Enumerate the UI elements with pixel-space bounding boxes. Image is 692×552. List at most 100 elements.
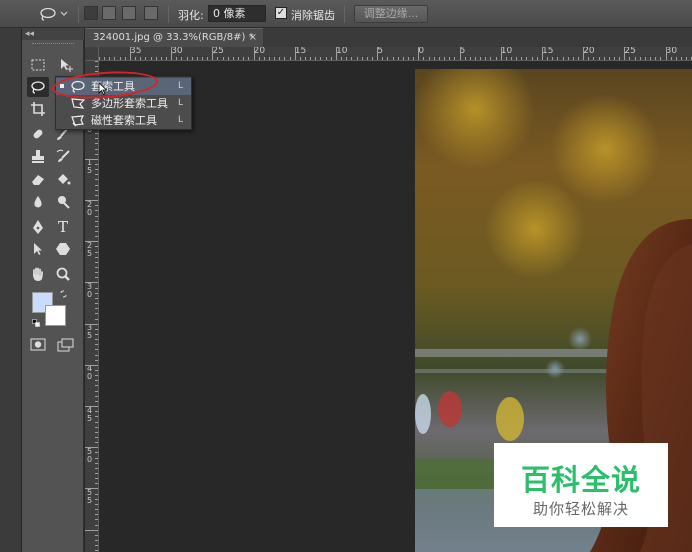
type-icon[interactable]: T [52, 217, 74, 237]
lasso-preset-icon [40, 7, 68, 21]
flyout-item-label: 多边形套索工具 [91, 97, 168, 110]
ruler-origin[interactable] [85, 47, 99, 61]
rectangular-marquee-icon[interactable] [27, 55, 49, 75]
watermark-subtitle: 助你轻松解决 [532, 500, 629, 518]
ruler-tick [150, 57, 152, 60]
add-to-selection-button[interactable] [102, 6, 116, 20]
new-selection-button[interactable] [84, 6, 98, 20]
ruler-tick [95, 395, 98, 397]
feather-input[interactable]: 0 像素 [208, 5, 266, 22]
ruler-tick [95, 148, 98, 150]
history-brush-icon[interactable] [52, 146, 74, 166]
ruler-tick [202, 57, 203, 60]
eraser-icon[interactable] [27, 169, 49, 189]
subtract-from-selection-button[interactable] [122, 6, 136, 20]
ruler-tick [95, 297, 98, 299]
ruler-tick [95, 457, 98, 459]
ruler-tick [95, 318, 98, 320]
collapse-panel-button[interactable]: ◂◂ [22, 28, 84, 40]
ruler-tick [382, 57, 384, 60]
move-icon[interactable] [55, 55, 77, 75]
ruler-tick [418, 47, 420, 60]
ruler-label: 4 0 [87, 364, 93, 382]
ruler-tick [583, 47, 585, 60]
close-document-icon[interactable]: × [249, 29, 257, 47]
screen-mode-icon[interactable] [55, 335, 77, 355]
background-color-swatch[interactable] [45, 305, 66, 326]
ruler-tick [171, 47, 173, 60]
ruler-tick [95, 400, 98, 402]
ruler-tick [95, 179, 98, 181]
ruler-tick [541, 47, 543, 60]
intersect-selection-button[interactable] [144, 6, 158, 20]
ruler-tick [227, 57, 229, 60]
ruler-tick [95, 390, 98, 392]
ruler-tick [95, 380, 98, 382]
ruler-tick [433, 57, 435, 60]
pen-icon[interactable] [27, 217, 49, 237]
antialias-checkbox[interactable]: ✓ [275, 7, 287, 19]
ruler-tick [258, 57, 260, 60]
ruler-tick [366, 57, 368, 60]
mouse-cursor-icon [98, 82, 108, 96]
clone-stamp-icon[interactable] [27, 146, 49, 166]
ruler-tick [608, 57, 610, 60]
ruler-tick [207, 57, 209, 60]
ruler-tick [593, 57, 595, 60]
ruler-label: 15 [542, 47, 554, 56]
ruler-tick [413, 57, 415, 60]
ruler-tick [95, 462, 98, 464]
shape-icon[interactable] [52, 239, 74, 259]
ruler-tick [140, 57, 142, 60]
crop-icon[interactable] [27, 99, 49, 119]
tool-preset-picker[interactable] [38, 6, 68, 22]
blur-icon[interactable] [27, 192, 49, 212]
ruler-tick [665, 47, 667, 60]
ruler-tick [438, 57, 440, 60]
ruler-tick [521, 57, 523, 60]
ruler-tick [268, 57, 270, 60]
ruler-tick [95, 303, 98, 305]
ruler-tick [95, 534, 98, 536]
swap-colors-icon[interactable] [60, 290, 68, 298]
ruler-tick [505, 57, 507, 60]
spot-healing-icon[interactable] [27, 124, 49, 144]
ruler-tick [191, 57, 193, 60]
ruler-tick [85, 488, 98, 490]
ruler-tick [95, 61, 98, 62]
zoom-icon[interactable] [52, 264, 74, 284]
dodge-icon[interactable] [52, 192, 74, 212]
default-colors-icon[interactable] [32, 319, 40, 327]
vertical-ruler[interactable]: 51 01 52 02 53 03 54 04 55 05 5 [85, 61, 99, 552]
watermark-logo: 百科全说 助你轻松解决 [494, 443, 668, 527]
ruler-label: 5 0 [87, 446, 93, 464]
ruler-tick [557, 57, 559, 60]
ruler-tick [371, 57, 373, 60]
refine-edge-button[interactable]: 调整边缘... [354, 5, 428, 23]
path-selection-icon[interactable] [27, 239, 49, 259]
ruler-tick [85, 200, 98, 202]
flyout-item-magnetic-lasso[interactable]: 磁性套索工具 L [56, 112, 191, 129]
document-tab[interactable]: 324001.jpg @ 33.3%(RGB/8#) * × [85, 28, 263, 47]
ruler-tick [95, 292, 98, 294]
horizontal-ruler[interactable]: 35 30 25 20 15 10 5 0 5 10 15 20 25 30 [99, 47, 692, 61]
ruler-tick [675, 57, 677, 60]
ruler-tick [95, 174, 98, 176]
ruler-tick [480, 57, 482, 60]
ruler-tick [454, 57, 456, 60]
ruler-tick [104, 57, 106, 60]
panel-grip[interactable] [32, 43, 74, 45]
hand-icon[interactable] [27, 264, 49, 284]
separator [344, 5, 345, 23]
ruler-label: 25 [624, 47, 636, 56]
ruler-tick [186, 57, 188, 60]
ruler-tick [95, 333, 98, 335]
ruler-label: 35 [130, 47, 142, 56]
ruler-tick [95, 236, 98, 238]
quick-mask-icon[interactable] [27, 335, 49, 355]
separator [78, 5, 79, 23]
ruler-tick [119, 57, 121, 60]
ruler-tick [95, 473, 98, 474]
lasso-icon[interactable] [27, 77, 49, 97]
paint-bucket-icon[interactable] [52, 169, 74, 189]
